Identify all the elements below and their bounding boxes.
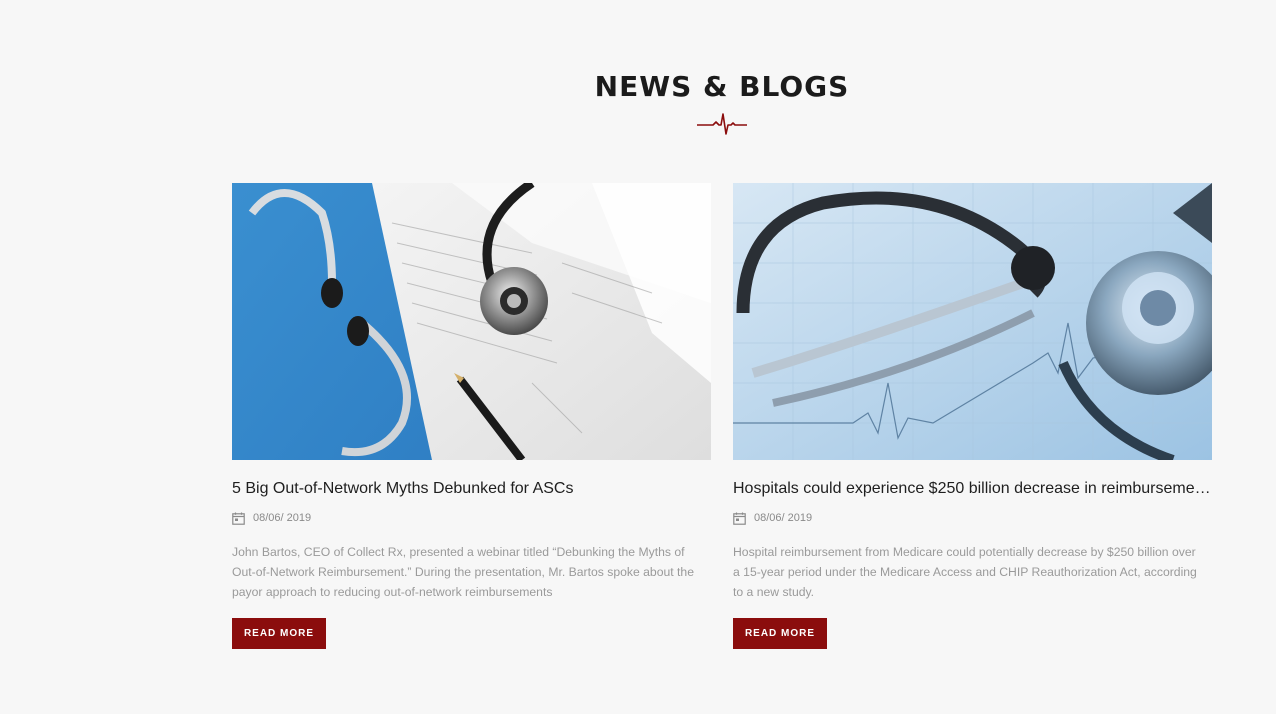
read-more-button[interactable]: READ MORE bbox=[232, 618, 326, 649]
blog-title[interactable]: Hospitals could experience $250 billion … bbox=[733, 478, 1213, 500]
post-meta: 08/06/ 2019 bbox=[733, 510, 1212, 526]
blog-card: 5 Big Out-of-Network Myths Debunked for … bbox=[232, 183, 712, 649]
heartbeat-icon bbox=[697, 113, 747, 135]
blog-title[interactable]: 5 Big Out-of-Network Myths Debunked for … bbox=[232, 478, 712, 500]
read-more-button[interactable]: READ MORE bbox=[733, 618, 827, 649]
blog-image[interactable] bbox=[733, 183, 1212, 460]
calendar-icon bbox=[232, 512, 245, 525]
post-meta: 08/06/ 2019 bbox=[232, 510, 711, 526]
news-blogs-section: NEWS & BLOGS 5 Big Out-of-Network Myths … bbox=[0, 0, 1276, 714]
post-date: 08/06/ 2019 bbox=[253, 512, 312, 524]
blog-image[interactable] bbox=[232, 183, 711, 460]
post-excerpt: John Bartos, CEO of Collect Rx, presente… bbox=[232, 545, 694, 599]
post-excerpt: Hospital reimbursement from Medicare cou… bbox=[733, 545, 1197, 599]
section-title: NEWS & BLOGS bbox=[594, 70, 850, 103]
blog-card: Hospitals could experience $250 billion … bbox=[733, 183, 1213, 649]
calendar-icon bbox=[733, 512, 746, 525]
post-date: 08/06/ 2019 bbox=[754, 512, 813, 524]
